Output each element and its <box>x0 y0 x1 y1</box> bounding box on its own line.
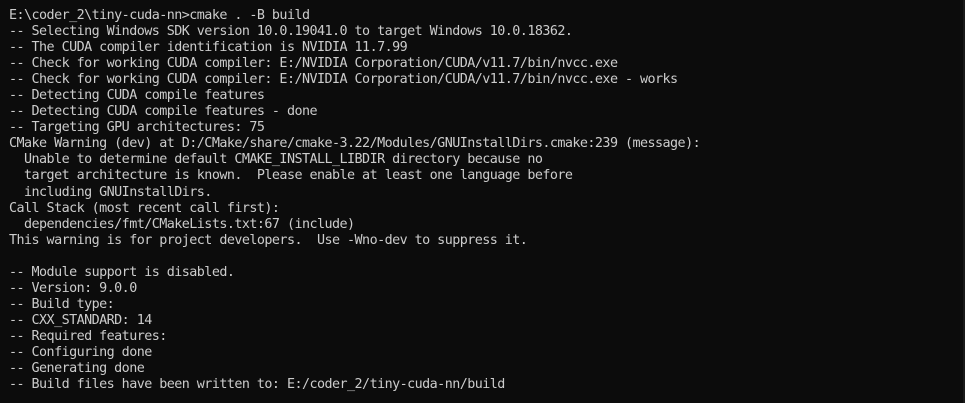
console-line: -- Check for working CUDA compiler: E:/N… <box>9 72 678 88</box>
console-line: -- Targeting GPU architectures: 75 <box>9 120 265 136</box>
console-line-warning: including GNUInstallDirs. <box>9 184 212 200</box>
console-line-prompt-command: E:\coder_2\tiny-cuda-nn>cmake . -B build <box>9 8 310 23</box>
console-line-warning: target architecture is known. Please ena… <box>9 168 573 184</box>
console-output: E:\coder_2\tiny-cuda-nn>cmake . -B build… <box>9 8 965 393</box>
console-line-warning: CMake Warning (dev) at D:/CMake/share/cm… <box>9 136 701 152</box>
console-line: -- Generating done <box>9 361 145 377</box>
console-line: -- Detecting CUDA compile features <box>9 88 265 104</box>
console-line: -- CXX_STANDARD: 14 <box>9 312 152 328</box>
console-line-warning: Unable to determine default CMAKE_INSTAL… <box>9 152 543 168</box>
console-line: -- Selecting Windows SDK version 10.0.19… <box>9 24 573 40</box>
console-line: -- Version: 9.0.0 <box>9 280 137 296</box>
console-line-call-stack: dependencies/fmt/CMakeLists.txt:67 (incl… <box>9 216 355 232</box>
console-line: -- Check for working CUDA compiler: E:/N… <box>9 56 618 72</box>
console-line: -- Required features: <box>9 328 167 344</box>
console-line: -- The CUDA compiler identification is N… <box>9 40 408 56</box>
console-line-warning: This warning is for project developers. … <box>9 232 528 248</box>
console-line: -- Detecting CUDA compile features - don… <box>9 104 318 120</box>
console-line-call-stack: Call Stack (most recent call first): <box>9 200 280 216</box>
console-line: -- Configuring done <box>9 344 152 360</box>
console-line: -- Build files have been written to: E:/… <box>9 377 505 393</box>
console-window[interactable]: E:\coder_2\tiny-cuda-nn>cmake . -B build… <box>0 0 965 403</box>
console-line-blank <box>9 249 965 265</box>
console-line: -- Build type: <box>9 296 115 312</box>
console-line: -- Module support is disabled. <box>9 264 235 280</box>
